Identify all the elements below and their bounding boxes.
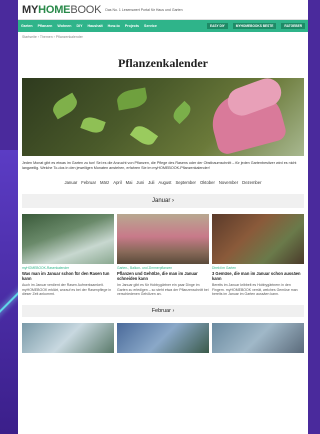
nav-item-diy[interactable]: DIY: [76, 24, 82, 28]
month-link-mai[interactable]: Mai: [126, 180, 133, 185]
article-teaser: Bereits im Januar kribbelt es Hobbygärtn…: [212, 283, 298, 297]
nav-item-garten[interactable]: Garten: [21, 24, 33, 28]
article-image-rasen: [22, 214, 114, 264]
article-cards-februar: [22, 322, 304, 353]
article-title[interactable]: 3 Gemüse, die man im Januar schon aussäe…: [212, 271, 304, 281]
nav-button-ratgeber[interactable]: RATGEBER: [281, 23, 305, 29]
article-category: Direkt im Garten: [212, 266, 236, 270]
article-image-schnitt: [117, 214, 209, 264]
month-link-februar[interactable]: Februar: [81, 180, 96, 185]
site-tagline: Das No. 1 Lesenswert Portal für Haus und…: [105, 7, 183, 12]
article-card[interactable]: Direkt im Garten 3 Gemüse, die man im Ja…: [212, 214, 304, 297]
article-image[interactable]: [22, 322, 114, 353]
month-link-november[interactable]: November: [219, 180, 238, 185]
article-cards-januar: myHOMEBOOK-Rasenkalender Was man im Janu…: [22, 214, 304, 297]
article-category: Garten-, Balkon- und Zimmerpflanzen: [117, 266, 173, 270]
nav-button-easy-diy[interactable]: EASY DIY: [206, 23, 228, 29]
nav-item-pflanzen[interactable]: Pflanzen: [38, 24, 53, 28]
page-title: Pflanzenkalender: [118, 56, 208, 70]
article-image[interactable]: [117, 322, 209, 353]
article-title[interactable]: Was man im Januar schon für den Rasen tu…: [22, 271, 114, 281]
month-link-juni[interactable]: Juni: [136, 180, 144, 185]
hero-image: [22, 78, 304, 156]
site-logo[interactable]: MYHOMEBOOK: [22, 3, 102, 16]
month-link-januar[interactable]: Januar: [64, 180, 77, 185]
article-teaser: Im Januar gibt es für Hobbygärtner ein p…: [117, 283, 209, 297]
month-link-juli[interactable]: Juli: [148, 180, 154, 185]
logo-home: HOME: [38, 3, 71, 16]
site-header: MYHOMEBOOK Das No. 1 Lesenswert Portal f…: [18, 0, 308, 20]
webpage: MYHOMEBOOK Das No. 1 Lesenswert Portal f…: [18, 0, 308, 434]
month-link-dezember[interactable]: Dezember: [242, 180, 261, 185]
article-image[interactable]: [212, 322, 304, 353]
nav-button-beste[interactable]: MYHOMEBOOKS BESTE: [232, 23, 277, 29]
nav-item-wohnen[interactable]: Wohnen: [57, 24, 71, 28]
main-nav: Garten Pflanzen Wohnen DIY Haushalt How-…: [18, 20, 308, 32]
section-title-januar: Januar ›: [151, 198, 174, 204]
nav-item-projects[interactable]: Projects: [125, 24, 139, 28]
article-teaser: Auch im Januar verdient der Rasen Aufmer…: [22, 283, 112, 297]
article-card[interactable]: Garten-, Balkon- und Zimmerpflanzen Pfla…: [117, 214, 209, 297]
article-category: myHOMEBOOK-Rasenkalender: [22, 266, 70, 270]
month-nav: Januar Februar März April Mai Juni Juli …: [18, 180, 308, 185]
section-header-januar[interactable]: Januar ›: [22, 194, 304, 208]
article-image-gemuese: [212, 214, 304, 264]
article-card[interactable]: myHOMEBOOK-Rasenkalender Was man im Janu…: [22, 214, 114, 297]
month-link-oktober[interactable]: Oktober: [200, 180, 215, 185]
logo-book: BOOK: [70, 3, 102, 16]
nav-item-service[interactable]: Service: [144, 24, 157, 28]
month-link-august[interactable]: August: [158, 180, 171, 185]
nav-item-haushalt[interactable]: Haushalt: [87, 24, 102, 28]
month-link-maerz[interactable]: März: [100, 180, 109, 185]
breadcrumb[interactable]: Startseite › Themen › Pflanzenkalender: [18, 32, 308, 42]
article-title[interactable]: Pflanzen und Gehölze, die man im Januar …: [117, 271, 209, 281]
month-link-september[interactable]: September: [175, 180, 195, 185]
intro-text: Jeden Monat gibt es etwas im Garten zu t…: [22, 161, 297, 170]
month-link-april[interactable]: April: [113, 180, 121, 185]
section-header-februar[interactable]: Februar ›: [22, 304, 304, 317]
logo-my: MY: [22, 3, 39, 16]
section-title-februar: Februar ›: [151, 307, 175, 314]
nav-item-how-to[interactable]: How-to: [108, 24, 120, 28]
